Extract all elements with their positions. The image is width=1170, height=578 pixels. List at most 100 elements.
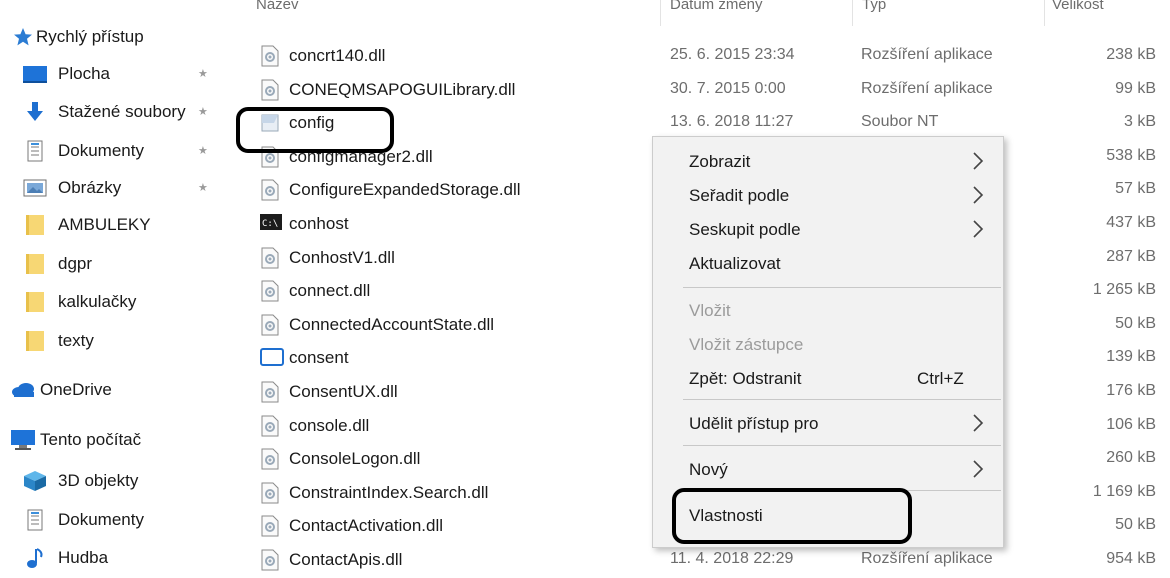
menu-item[interactable]: Zpět: Odstranit Ctrl+Z [653,362,1003,396]
navigation-pane: Rychlý přístup Plocha ★ Stažené soubory ★ Dok… [0,0,232,569]
window-icon [260,347,284,369]
nav-item[interactable]: Dokumenty ★ [0,136,232,166]
dll-icon [260,45,280,67]
pin-icon[interactable]: ★ [198,181,208,194]
file-name: concrt140.dll [289,46,386,65]
column-divider[interactable] [660,0,661,26]
svg-text:C:\: C:\ [262,219,278,229]
file-date: 25. 6. 2015 23:34 [670,46,795,63]
file-size: 99 kB [1115,79,1156,97]
document-icon [22,509,48,531]
file-name: ConhostV1.dll [289,247,395,267]
menu-separator [683,445,1001,446]
menu-item-label: Zobrazit [689,152,751,171]
nav-item[interactable]: Rychlý přístup [0,22,232,52]
nav-item[interactable]: OneDrive [0,375,232,405]
menu-item[interactable]: Nový [653,453,1003,487]
file-name: console.dll [289,415,370,435]
dll-icon [260,280,280,302]
pin-icon[interactable]: ★ [198,105,208,118]
file-date: 11. 4. 2018 22:29 [670,550,794,567]
nav-item-label: Rychlý přístup [36,27,144,46]
cloud-icon [10,379,36,401]
nav-item-label: 3D objekty [58,471,139,490]
column-header-date[interactable]: Datum změny [670,0,763,22]
nav-item[interactable]: texty [0,326,232,356]
file-row[interactable]: concrt140.dll 25. 6. 2015 23:34 Rozšíření … [232,40,1170,74]
dll-icon [260,549,280,571]
column-header-size[interactable]: Velikost [1052,0,1104,22]
nav-item[interactable]: dgpr [0,249,232,279]
file-row[interactable]: CONEQMSAPOGUILibrary.dll 30. 7. 2015 0:00… [232,74,1170,108]
file-size: 57 kB [1115,180,1156,198]
pin-icon[interactable]: ★ [198,144,208,157]
nav-item[interactable]: Stažené soubory ★ [0,97,232,127]
download-icon [22,101,48,123]
file-size: 1 265 kB [1092,281,1156,299]
nav-item-label: kalkulačky [58,292,137,311]
nav-item[interactable]: Dokumenty [0,505,232,535]
nav-item[interactable]: Tento počítač [0,425,232,455]
nav-item-label: dgpr [58,254,93,273]
column-divider[interactable] [1044,0,1045,26]
column-header-type[interactable]: Typ [862,0,886,22]
file-name: ConsoleLogon.dll [289,449,421,469]
folder-icon [22,330,48,352]
menu-item-label: Seskupit podle [689,220,801,239]
chevron-right-icon [971,184,985,212]
nav-item[interactable]: kalkulačky [0,287,232,317]
dll-icon [260,515,280,537]
file-size: 1 169 kB [1092,482,1156,500]
nav-item[interactable]: Plocha ★ [0,59,232,89]
column-divider[interactable] [852,0,853,26]
menu-item-label: Vložit [689,301,731,320]
nav-item[interactable]: AMBULEKY [0,210,232,240]
menu-item[interactable]: Aktualizovat [653,247,1003,281]
file-size: 139 kB [1106,348,1156,366]
folder-icon [22,214,48,236]
console-icon: C:\ [260,213,282,235]
file-name: ConsentUX.dll [289,382,398,401]
nav-item-label: Plocha [58,64,110,83]
column-header-name[interactable]: Název [256,0,299,22]
file-row[interactable]: ContactApis.dll 11. 4. 2018 22:29 Rozšířen… [232,544,1170,578]
file-size: 106 kB [1106,415,1156,433]
file-name: ConfigureExpandedStorage.dll [289,180,521,200]
file-name: ContactActivation.dll [289,516,444,536]
context-menu: Zobrazit Seřadit podle Seskupit podle Aktua… [652,136,1004,548]
file-size: 50 kB [1115,516,1156,534]
nav-item[interactable]: 3D objekty [0,466,232,496]
file-name: ConstraintIndex.Search.dll [289,482,489,502]
file-name: consent [289,348,349,368]
menu-item-label: Udělit přístup pro [689,414,819,433]
annotation-circle-properties [672,488,912,544]
file-name: ConnectedAccountState.dll [289,314,495,334]
file-type: Rozšíření aplikace [861,550,993,567]
file-size: 954 kB [1106,550,1156,567]
dll-icon [260,179,280,201]
menu-item[interactable]: Udělit přístup pro [653,407,1003,441]
document-icon [22,140,48,162]
nav-item-label: Dokumenty [58,141,144,160]
menu-item[interactable]: Zobrazit [653,145,1003,179]
menu-item-label: Aktualizovat [689,254,781,273]
menu-item-label: Vložit zástupce [689,335,804,354]
file-type: Soubor NT [861,113,939,131]
pin-icon[interactable]: ★ [198,67,208,80]
file-size: 538 kB [1106,146,1156,164]
menu-separator [683,399,1001,400]
nav-item[interactable]: Obrázky ★ [0,173,232,203]
pictures-icon [22,177,48,199]
file-name: CONEQMSAPOGUILibrary.dll [289,79,516,99]
chevron-right-icon [971,412,985,440]
menu-item-label: Zpět: Odstranit [689,369,802,388]
dll-icon [260,79,280,101]
menu-item[interactable]: Seřadit podle [653,179,1003,213]
file-type: Rozšíření aplikace [861,79,993,97]
nav-item-label: Hudba [58,548,109,567]
menu-item[interactable]: Seskupit podle [653,213,1003,247]
dll-icon [260,448,280,470]
menu-separator [683,287,1001,288]
file-size: 260 kB [1106,449,1156,467]
chevron-right-icon [971,458,985,486]
